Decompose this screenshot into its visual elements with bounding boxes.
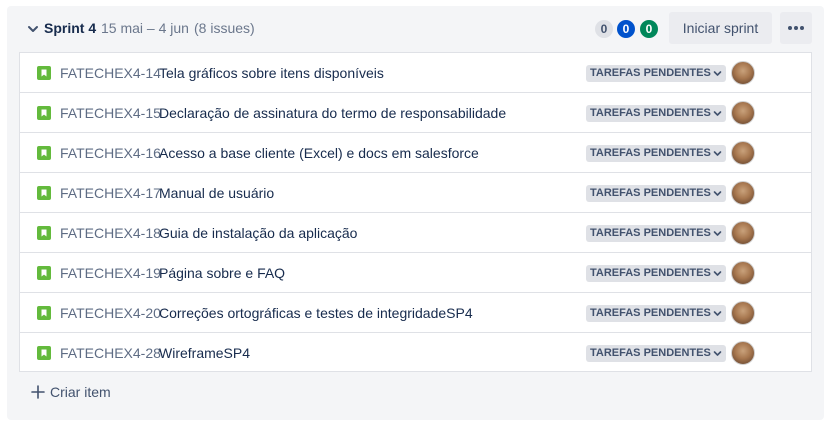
status-dropdown[interactable]: TAREFAS PENDENTES [586, 265, 726, 282]
status-dropdown[interactable]: TAREFAS PENDENTES [586, 145, 726, 162]
assignee-avatar[interactable] [731, 221, 755, 245]
assignee-avatar[interactable] [731, 101, 755, 125]
status-label: TAREFAS PENDENTES [590, 107, 711, 119]
chevron-down-icon [713, 110, 722, 116]
issue-summary[interactable]: Declaração de assinatura do termo de res… [159, 104, 506, 122]
issue-key[interactable]: FATECHEX4-16 [60, 144, 161, 162]
status-label: TAREFAS PENDENTES [590, 227, 711, 239]
issue-row[interactable]: FATECHEX4-16 Acesso a base cliente (Excel… [20, 133, 811, 173]
done-count-badge: 0 [640, 20, 658, 38]
sprint-name[interactable]: Sprint 4 [44, 19, 96, 37]
start-sprint-button[interactable]: Iniciar sprint [669, 12, 772, 44]
chevron-down-icon[interactable] [26, 22, 40, 36]
status-dropdown[interactable]: TAREFAS PENDENTES [586, 345, 726, 362]
story-icon [37, 266, 51, 280]
story-icon [37, 226, 51, 240]
status-dropdown[interactable]: TAREFAS PENDENTES [586, 185, 726, 202]
status-label: TAREFAS PENDENTES [590, 267, 711, 279]
issue-summary[interactable]: Manual de usuário [159, 184, 274, 202]
status-dropdown[interactable]: TAREFAS PENDENTES [586, 65, 726, 82]
issue-key[interactable]: FATECHEX4-28 [60, 344, 161, 362]
issue-key[interactable]: FATECHEX4-14 [60, 64, 161, 82]
issue-summary[interactable]: Acesso a base cliente (Excel) e docs em … [159, 144, 479, 162]
sprint-panel: Sprint 4 15 mai – 4 jun (8 issues) 0 0 0… [7, 6, 824, 420]
issue-key[interactable]: FATECHEX4-17 [60, 184, 161, 202]
chevron-down-icon [713, 190, 722, 196]
sprint-dates: 15 mai – 4 jun [101, 20, 189, 36]
chevron-down-icon [713, 350, 722, 356]
create-item-label: Criar item [50, 384, 111, 400]
story-icon [37, 106, 51, 120]
story-icon [37, 146, 51, 160]
status-label: TAREFAS PENDENTES [590, 147, 711, 159]
issue-key[interactable]: FATECHEX4-18 [60, 224, 161, 242]
assignee-avatar[interactable] [731, 181, 755, 205]
issue-list: FATECHEX4-14 Tela gráficos sobre itens di… [19, 52, 812, 372]
sprint-issue-count: (8 issues) [194, 20, 255, 36]
issue-row[interactable]: FATECHEX4-20 Correções ortográficas e tes… [20, 293, 811, 333]
issue-summary[interactable]: Guia de instalação da aplicação [159, 224, 357, 242]
status-label: TAREFAS PENDENTES [590, 347, 711, 359]
story-icon [37, 66, 51, 80]
more-actions-button[interactable] [780, 12, 812, 44]
issue-row[interactable]: FATECHEX4-28 WireframeSP4 TAREFAS PENDENTE… [20, 333, 811, 373]
chevron-down-icon [713, 230, 722, 236]
more-horizontal-icon [788, 26, 792, 30]
more-horizontal-icon [794, 26, 798, 30]
assignee-avatar[interactable] [731, 301, 755, 325]
status-dropdown[interactable]: TAREFAS PENDENTES [586, 105, 726, 122]
issue-row[interactable]: FATECHEX4-18 Guia de instalação da aplica… [20, 213, 811, 253]
assignee-avatar[interactable] [731, 61, 755, 85]
status-label: TAREFAS PENDENTES [590, 187, 711, 199]
story-icon [37, 186, 51, 200]
issue-row[interactable]: FATECHEX4-19 Página sobre e FAQ TAREFAS PE… [20, 253, 811, 293]
more-horizontal-icon [800, 26, 804, 30]
issue-summary[interactable]: WireframeSP4 [159, 344, 250, 362]
status-dropdown[interactable]: TAREFAS PENDENTES [586, 305, 726, 322]
issue-key[interactable]: FATECHEX4-20 [60, 304, 161, 322]
story-icon [37, 306, 51, 320]
assignee-avatar[interactable] [731, 261, 755, 285]
issue-summary[interactable]: Correções ortográficas e testes de integ… [159, 304, 473, 322]
sprint-header: Sprint 4 15 mai – 4 jun (8 issues) 0 0 0… [7, 6, 824, 52]
issue-row[interactable]: FATECHEX4-15 Declaração de assinatura do … [20, 93, 811, 133]
issue-key[interactable]: FATECHEX4-15 [60, 104, 161, 122]
chevron-down-icon [713, 150, 722, 156]
status-dropdown[interactable]: TAREFAS PENDENTES [586, 225, 726, 242]
assignee-avatar[interactable] [731, 141, 755, 165]
plus-icon [31, 385, 45, 399]
issue-row[interactable]: FATECHEX4-17 Manual de usuário TAREFAS PEN… [20, 173, 811, 213]
assignee-avatar[interactable] [731, 341, 755, 365]
status-label: TAREFAS PENDENTES [590, 67, 711, 79]
story-icon [37, 346, 51, 360]
issue-summary[interactable]: Página sobre e FAQ [159, 264, 285, 282]
in-progress-count-badge: 0 [617, 20, 635, 38]
issue-summary[interactable]: Tela gráficos sobre itens disponíveis [159, 64, 384, 82]
chevron-down-icon [713, 270, 722, 276]
chevron-down-icon [713, 70, 722, 76]
chevron-down-icon [713, 310, 722, 316]
todo-count-badge: 0 [595, 20, 613, 38]
status-label: TAREFAS PENDENTES [590, 307, 711, 319]
issue-row[interactable]: FATECHEX4-14 Tela gráficos sobre itens di… [20, 53, 811, 93]
issue-key[interactable]: FATECHEX4-19 [60, 264, 161, 282]
